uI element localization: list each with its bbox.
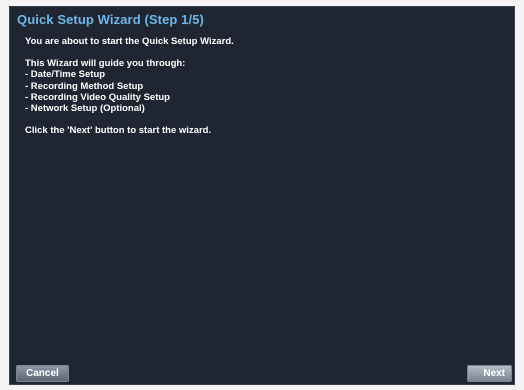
step-item-network: - Network Setup (Optional) — [25, 103, 145, 115]
cancel-button[interactable]: Cancel — [16, 365, 69, 382]
wizard-content: You are about to start the Quick Setup W… — [25, 36, 504, 136]
guide-heading: This Wizard will guide you through: — [25, 58, 186, 70]
next-button[interactable]: Next — [467, 365, 512, 382]
intro-text: You are about to start the Quick Setup W… — [25, 36, 234, 47]
step-item-date-time: - Date/Time Setup — [25, 69, 106, 81]
wizard-title: Quick Setup Wizard (Step 1/5) — [17, 12, 204, 27]
step-item-recording-quality: - Recording Video Quality Setup — [25, 91, 170, 103]
step-item-recording-method: - Recording Method Setup — [25, 80, 144, 92]
quick-setup-wizard-dialog: Quick Setup Wizard (Step 1/5) You are ab… — [9, 6, 515, 385]
instruction-text: Click the 'Next' button to start the wiz… — [25, 125, 212, 137]
